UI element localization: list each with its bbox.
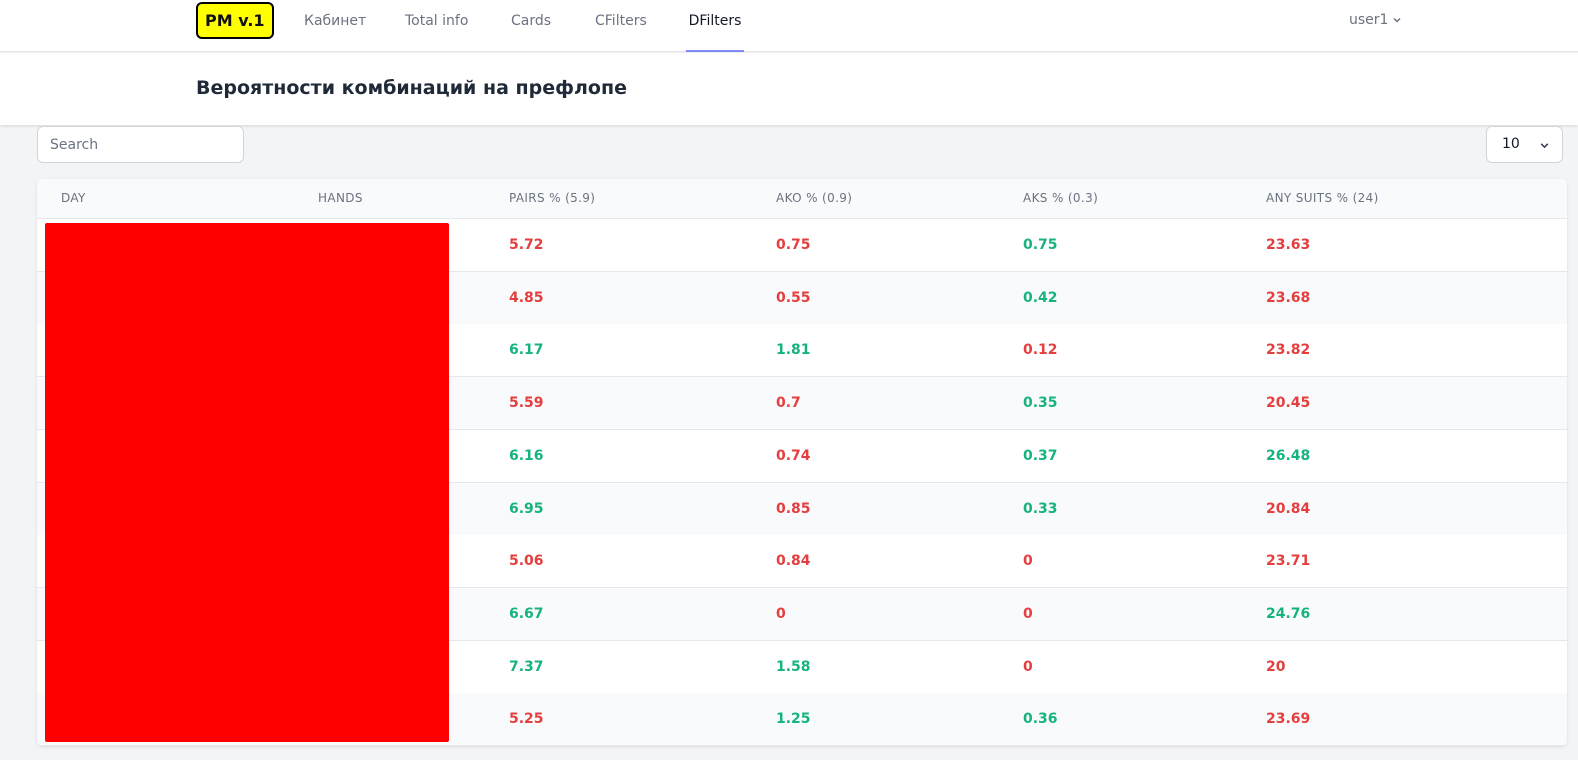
cell-any: 20	[1266, 658, 1286, 675]
cell-any: 26.48	[1266, 447, 1311, 464]
cell-pairs: 6.95	[509, 500, 544, 517]
cell-pairs: 5.25	[509, 711, 544, 728]
cell-aks: 0	[1023, 658, 1033, 675]
cell-aks: 0.36	[1023, 711, 1058, 728]
search-input[interactable]	[37, 126, 244, 163]
column-header-aks[interactable]: AKS % (0.3)	[1023, 179, 1098, 218]
cell-ako: 0.75	[776, 237, 811, 253]
nav-link-dfilters[interactable]: DFilters	[686, 0, 744, 52]
cell-pairs: 5.06	[509, 553, 544, 570]
cell-any: 23.71	[1266, 553, 1311, 570]
logo[interactable]: PM v.1	[196, 2, 274, 39]
cell-any: 23.63	[1266, 237, 1311, 253]
cell-pairs: 4.85	[509, 289, 544, 306]
cell-ako: 0.7	[776, 395, 801, 412]
cell-ako: 0.55	[776, 289, 811, 306]
cell-ako: 1.58	[776, 658, 811, 675]
nav-link-cards[interactable]: Cards	[507, 0, 555, 52]
cell-ako: 0.85	[776, 500, 811, 517]
page-title: Вероятности комбинаций на префлопе	[196, 77, 627, 99]
per-page-value: 10	[1502, 136, 1520, 152]
column-header-pairs[interactable]: PAIRS % (5.9)	[509, 179, 595, 218]
cell-pairs: 5.59	[509, 395, 544, 412]
cell-aks: 0.12	[1023, 342, 1058, 359]
cell-aks: 0.33	[1023, 500, 1058, 517]
user-name: user1	[1349, 12, 1389, 28]
per-page-select[interactable]: 10	[1486, 126, 1563, 163]
cell-any: 20.84	[1266, 500, 1311, 517]
chevron-down-icon	[1393, 17, 1401, 23]
cell-aks: 0	[1023, 553, 1033, 570]
cell-aks: 0.42	[1023, 289, 1058, 306]
top-navigation: PM v.1 Кабинет Total info Cards CFilters…	[0, 0, 1578, 52]
cell-any: 24.76	[1266, 605, 1311, 622]
cell-aks: 0.75	[1023, 237, 1058, 253]
cell-aks: 0.37	[1023, 447, 1058, 464]
cell-ako: 0.74	[776, 447, 811, 464]
cell-pairs: 6.17	[509, 342, 544, 359]
nav-link-total-info[interactable]: Total info	[401, 0, 472, 52]
user-menu[interactable]: user1	[1349, 0, 1402, 42]
cell-ako: 1.81	[776, 342, 811, 359]
cell-pairs: 6.67	[509, 605, 544, 622]
cell-any: 23.82	[1266, 342, 1311, 359]
cell-ako: 0	[776, 605, 786, 622]
cell-pairs: 5.72	[509, 237, 544, 253]
column-header-any-suits[interactable]: ANY SUITS % (24)	[1266, 179, 1379, 218]
cell-aks: 0	[1023, 605, 1033, 622]
cell-ako: 1.25	[776, 711, 811, 728]
cell-any: 23.69	[1266, 711, 1311, 728]
cell-any: 23.68	[1266, 289, 1311, 306]
nav-link-cfilters[interactable]: CFilters	[591, 0, 651, 52]
cell-any: 20.45	[1266, 395, 1311, 412]
column-header-ako[interactable]: AKO % (0.9)	[776, 179, 852, 218]
column-header-hands[interactable]: HANDS	[318, 179, 363, 218]
redaction-block	[45, 223, 449, 742]
chevron-down-icon	[1540, 143, 1549, 149]
cell-aks: 0.35	[1023, 395, 1058, 412]
cell-pairs: 7.37	[509, 658, 544, 675]
column-header-day[interactable]: DAY	[61, 179, 86, 218]
page-header: Вероятности комбинаций на префлопе	[0, 53, 1578, 125]
cell-pairs: 6.16	[509, 447, 544, 464]
table-header: DAY HANDS PAIRS % (5.9) AKO % (0.9) AKS …	[37, 179, 1567, 219]
cell-ako: 0.84	[776, 553, 811, 570]
nav-link-kabinet[interactable]: Кабинет	[300, 0, 370, 52]
